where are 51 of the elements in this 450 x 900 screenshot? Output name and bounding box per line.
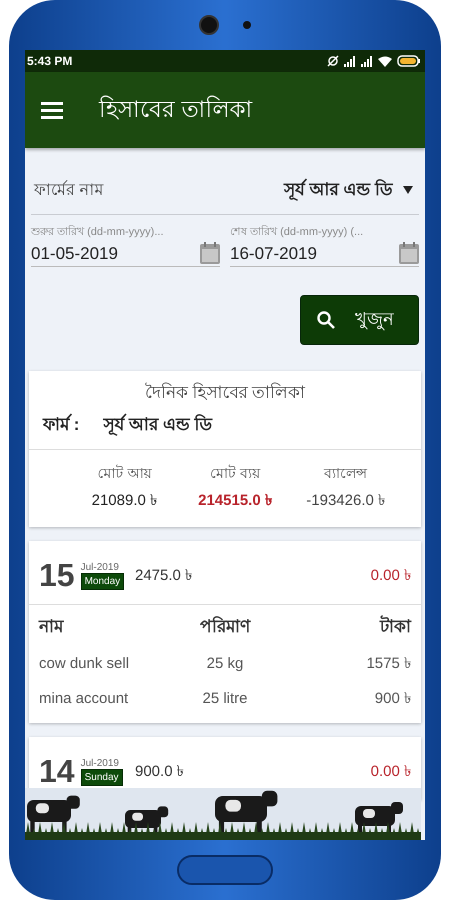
table-cell-text: mina account <box>39 690 130 707</box>
field-label: ফার্মের নাম <box>34 179 104 200</box>
screen-title: হিসাবের তালিকা <box>99 94 252 124</box>
date-field[interactable]: 16-07-2019 <box>230 242 399 264</box>
table-cell-text: 1575 ৳ <box>365 654 411 674</box>
weekday-tag: Monday <box>80 572 124 590</box>
day-number: 15 <box>39 557 75 594</box>
sensor-icon <box>243 21 251 29</box>
field-label: শেষ তারিখ (dd-mm-yyyy) (... <box>230 224 364 240</box>
day-expense: 0.00 ৳ <box>370 762 411 782</box>
wifi-icon <box>378 56 392 66</box>
card-title: দৈনিক হিসাবের তালিকা <box>144 382 306 404</box>
table-cell-text: cow dunk sell <box>39 655 130 672</box>
search-button[interactable]: খুজুন <box>300 295 419 345</box>
menu-icon <box>41 101 63 119</box>
camera-icon <box>199 15 219 35</box>
day-expense: 0.00 ৳ <box>370 566 411 586</box>
farm-label: ফার্ম : <box>43 412 80 436</box>
total-label: মোট ব্যয় <box>209 464 262 483</box>
dropdown-arrow-icon <box>403 186 413 194</box>
total-value: 21089.0 ৳ <box>90 491 158 511</box>
total-value: -193426.0 ৳ <box>305 491 386 511</box>
status-time: 5:43 PM <box>27 54 72 68</box>
total-label: মোট আয় <box>96 464 153 483</box>
column-header: টাকা <box>378 614 411 638</box>
column-header: পরিমাণ <box>199 615 252 638</box>
home-button[interactable] <box>177 855 273 885</box>
table-cell-text: 25 litre <box>201 690 249 707</box>
farm-dropdown[interactable]: সূর্য আর এন্ড ডি <box>284 176 413 204</box>
day-number: 14 <box>39 753 75 790</box>
total-label: ব্যালেন্স <box>322 464 368 483</box>
search-icon <box>317 311 335 329</box>
table-cell-text: 900 ৳ <box>374 689 411 709</box>
table-cell-text: 25 kg <box>206 655 244 672</box>
day-income: 2475.0 ৳ <box>135 566 194 586</box>
farm-name: সূর্য আর এন্ড ডি <box>103 412 213 438</box>
weekday-tag: Sunday <box>80 768 123 786</box>
battery-icon <box>397 55 421 67</box>
signal-icon <box>344 56 356 66</box>
calendar-icon[interactable] <box>200 242 220 264</box>
total-value: 214515.0 ৳ <box>197 491 273 511</box>
day-income: 900.0 ৳ <box>135 762 185 782</box>
month-year: Jul-2019 <box>80 562 119 572</box>
sync-off-icon <box>327 55 339 67</box>
calendar-icon[interactable] <box>399 242 419 264</box>
date-field[interactable]: 01-05-2019 <box>31 242 200 264</box>
month-year: Jul-2019 <box>80 758 119 768</box>
column-header: নাম <box>39 616 65 638</box>
field-label: শুরুর তারিখ (dd-mm-yyyy)... <box>31 224 164 240</box>
menu-button[interactable] <box>41 101 63 119</box>
signal-icon <box>361 56 373 66</box>
